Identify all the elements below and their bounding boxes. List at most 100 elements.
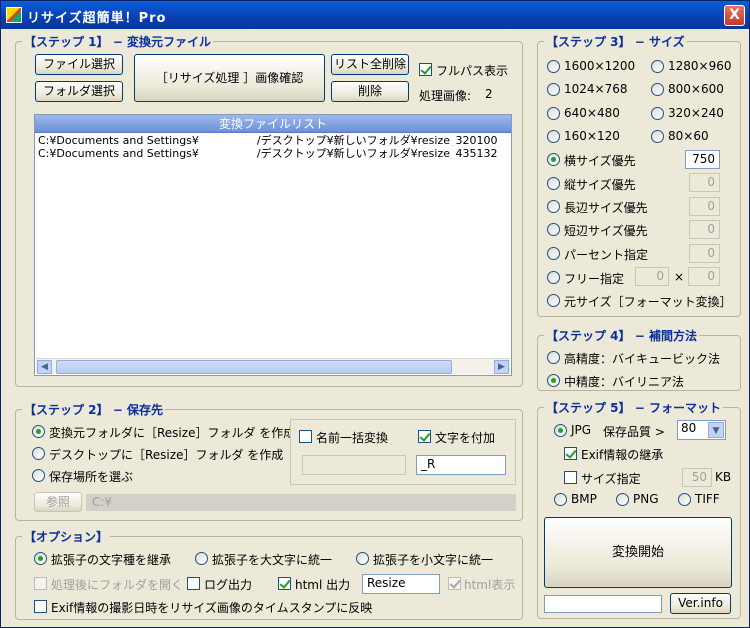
confirm-images-button[interactable]: ［リサイズ処理 ］画像確認 [134, 54, 325, 102]
open-folder-label: 処理後にフォルダを開く [51, 578, 184, 592]
bmp-radio[interactable] [554, 493, 567, 506]
quality-select[interactable]: 80 ▼ [677, 420, 726, 440]
start-conversion-button[interactable]: 変換開始 [544, 517, 732, 588]
preset-1280-radio[interactable] [651, 60, 664, 73]
html-view-label: html表示 [464, 578, 516, 592]
html-name-input[interactable]: Resize [362, 574, 440, 594]
dest-source-folder-radio[interactable] [32, 425, 45, 438]
folder-select-button[interactable]: フォルダ選択 [35, 81, 123, 102]
list-item-suffix: /デスクトップ¥新しいフォルダ¥resize_435132 [256, 147, 498, 159]
short-side-radio[interactable] [547, 223, 560, 236]
chevron-down-icon[interactable]: ▼ [708, 422, 724, 438]
original-size-radio[interactable] [547, 294, 560, 307]
percent-label: パーセント指定 [564, 248, 649, 262]
jpg-radio[interactable] [554, 424, 567, 437]
dest-source-folder-label: 変換元フォルダに［Resize］フォルダ を作成 [49, 426, 296, 440]
ext-upper-radio[interactable] [195, 552, 208, 565]
progress-bar [544, 595, 662, 613]
close-button[interactable]: X [724, 5, 745, 26]
height-priority-radio[interactable] [547, 177, 560, 190]
clear-list-button[interactable]: リスト全削除 [331, 54, 409, 75]
png-label: PNG [633, 492, 659, 506]
log-output-label: ログ出力 [204, 578, 253, 592]
title-bar[interactable]: リサイズ超簡単！Pro X [1, 1, 749, 29]
size-unit: KB [715, 470, 732, 484]
open-folder-checkbox[interactable] [34, 577, 47, 590]
free-height-input[interactable]: 0 [688, 267, 720, 286]
redacted-username [198, 146, 257, 157]
processed-label: 処理画像: [419, 89, 472, 103]
long-side-radio[interactable] [547, 200, 560, 213]
free-size-radio[interactable] [547, 271, 560, 284]
percent-input[interactable]: 0 [689, 244, 720, 263]
original-size-label: 元サイズ［フォーマット変換］ [564, 295, 732, 309]
horizontal-scrollbar[interactable]: ◀ ▶ [36, 358, 510, 374]
width-priority-input[interactable]: 750 [685, 150, 720, 169]
width-priority-radio[interactable] [547, 153, 560, 166]
list-item-prefix: C:¥Documents and Settings¥ [38, 147, 199, 159]
preset-160-radio[interactable] [547, 130, 560, 143]
short-side-label: 短辺サイズ優先 [564, 224, 648, 238]
preset-640-radio[interactable] [547, 107, 560, 120]
append-label: 文字を付加 [435, 431, 496, 445]
scroll-right-icon[interactable]: ▶ [494, 360, 509, 374]
long-side-input[interactable]: 0 [689, 197, 720, 216]
height-priority-input[interactable]: 0 [689, 173, 720, 192]
dest-choose-radio[interactable] [32, 469, 45, 482]
ext-upper-label: 拡張子を大文字に統一 [212, 553, 333, 567]
size-spec-checkbox[interactable] [564, 471, 577, 484]
step3-title: 【ステップ 3】 − サイズ [544, 33, 687, 50]
tiff-radio[interactable] [678, 493, 691, 506]
delete-button[interactable]: 削除 [331, 81, 409, 102]
exif-timestamp-checkbox[interactable] [34, 600, 47, 613]
exif-inherit-checkbox[interactable] [564, 447, 577, 460]
preset-800-radio[interactable] [651, 83, 664, 96]
bicubic-radio[interactable] [547, 351, 560, 364]
preset-80-radio[interactable] [651, 130, 664, 143]
list-item[interactable]: C:¥Documents and Settings¥ /デスクトップ¥新しいフォル… [35, 146, 511, 159]
scroll-thumb[interactable] [56, 360, 452, 374]
tiff-label: TIFF [695, 492, 720, 506]
list-item[interactable]: C:¥Documents and Settings¥ /デスクトップ¥新しいフォル… [35, 133, 511, 146]
log-output-checkbox[interactable] [187, 577, 200, 590]
preset-1600-radio[interactable] [547, 60, 560, 73]
ext-inherit-radio[interactable] [34, 552, 47, 565]
redacted-username [198, 133, 257, 144]
long-side-label: 長辺サイズ優先 [564, 201, 648, 215]
preset-800-label: 800×600 [668, 82, 724, 96]
version-info-button[interactable]: Ver.info [670, 593, 731, 614]
append-checkbox[interactable] [418, 430, 431, 443]
width-priority-label: 横サイズ優先 [564, 154, 636, 168]
dest-desktop-radio[interactable] [32, 447, 45, 460]
size-spec-label: サイズ指定 [581, 472, 641, 486]
free-width-input[interactable]: 0 [635, 267, 669, 286]
processed-count: 2 [485, 87, 493, 101]
append-input[interactable]: _R [416, 455, 506, 475]
preset-320-label: 320×240 [668, 106, 724, 120]
ext-lower-radio[interactable] [356, 552, 369, 565]
window-title: リサイズ超簡単！Pro [27, 11, 167, 26]
bilinear-radio[interactable] [547, 374, 560, 387]
rename-input[interactable] [302, 455, 406, 475]
percent-radio[interactable] [547, 247, 560, 260]
rename-label: 名前一括変換 [316, 431, 389, 445]
html-view-checkbox[interactable] [448, 577, 461, 590]
file-select-button[interactable]: ファイル選択 [35, 54, 123, 75]
size-spec-input[interactable]: 50 [682, 468, 712, 487]
rename-checkbox[interactable] [299, 430, 312, 443]
options-title: 【オプション】 [22, 528, 111, 545]
preset-80-label: 80×60 [668, 129, 709, 143]
file-list-header: 変換ファイルリスト [35, 115, 511, 133]
preset-1024-radio[interactable] [547, 83, 560, 96]
fullpath-checkbox[interactable] [419, 63, 432, 76]
scroll-left-icon[interactable]: ◀ [37, 360, 52, 374]
png-radio[interactable] [616, 493, 629, 506]
short-side-input[interactable]: 0 [689, 220, 720, 239]
dest-choose-label: 保存場所を選ぶ [49, 470, 134, 484]
browse-button[interactable]: 参照 [34, 492, 82, 512]
preset-320-radio[interactable] [651, 107, 664, 120]
html-output-checkbox[interactable] [278, 577, 291, 590]
file-list[interactable]: 変換ファイルリスト C:¥Documents and Settings¥ /デスク… [34, 114, 512, 376]
bmp-label: BMP [571, 492, 597, 506]
ext-inherit-label: 拡張子の文字種を継承 [51, 553, 172, 567]
